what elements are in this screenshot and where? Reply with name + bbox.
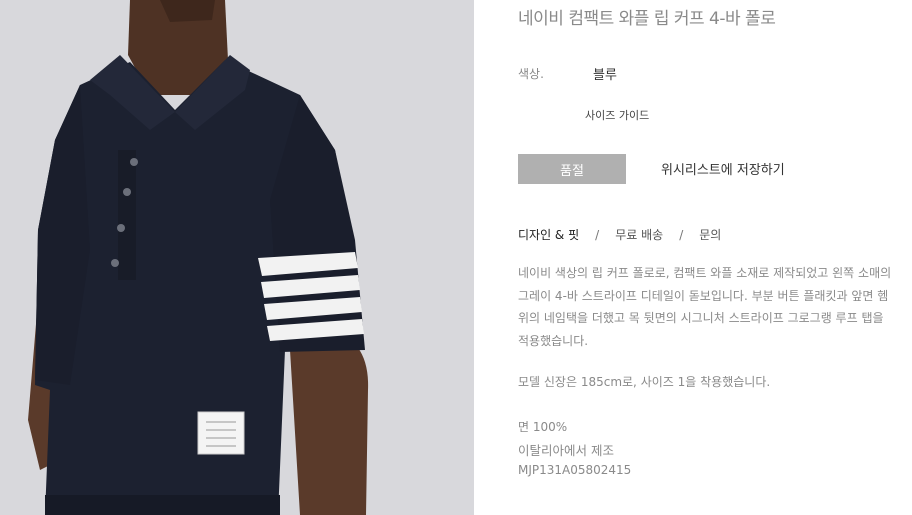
color-label: 색상. [518,67,544,81]
tab-separator: / [679,227,684,242]
product-sku: MJP131A05802415 [518,463,632,477]
tab-separator: / [595,227,600,242]
product-description: 네이비 색상의 립 커프 폴로로, 컴팩트 와플 소재로 제작되었고 왼쪽 소매… [518,266,892,348]
material-info: 면 100% [518,420,568,434]
detail-tabs: 디자인 & 핏 / 무료 배송 / 문의 [518,226,721,243]
product-title: 네이비 컴팩트 와플 립 커프 4-바 폴로 [518,9,776,29]
tab-free-shipping[interactable]: 무료 배송 [615,226,663,243]
add-to-wishlist-link[interactable]: 위시리스트에 저장하기 [661,159,785,178]
tab-inquiry[interactable]: 문의 [699,226,721,243]
color-value: 블루 [593,68,617,83]
tab-design-fit[interactable]: 디자인 & 핏 [518,226,579,243]
model-info: 모델 신장은 185cm로, 사이즈 1을 착용했습니다. [518,375,771,389]
origin-info: 이탈리아에서 제조 [518,443,614,458]
sold-out-button[interactable]: 품절 [518,154,626,184]
size-guide-link[interactable]: 사이즈 가이드 [585,107,649,123]
product-image[interactable] [0,0,474,515]
product-photo-illustration [0,0,474,515]
product-info-panel: 네이비 컴팩트 와플 립 커프 4-바 폴로 색상. 블루 사이즈 가이드 품절… [518,0,912,515]
